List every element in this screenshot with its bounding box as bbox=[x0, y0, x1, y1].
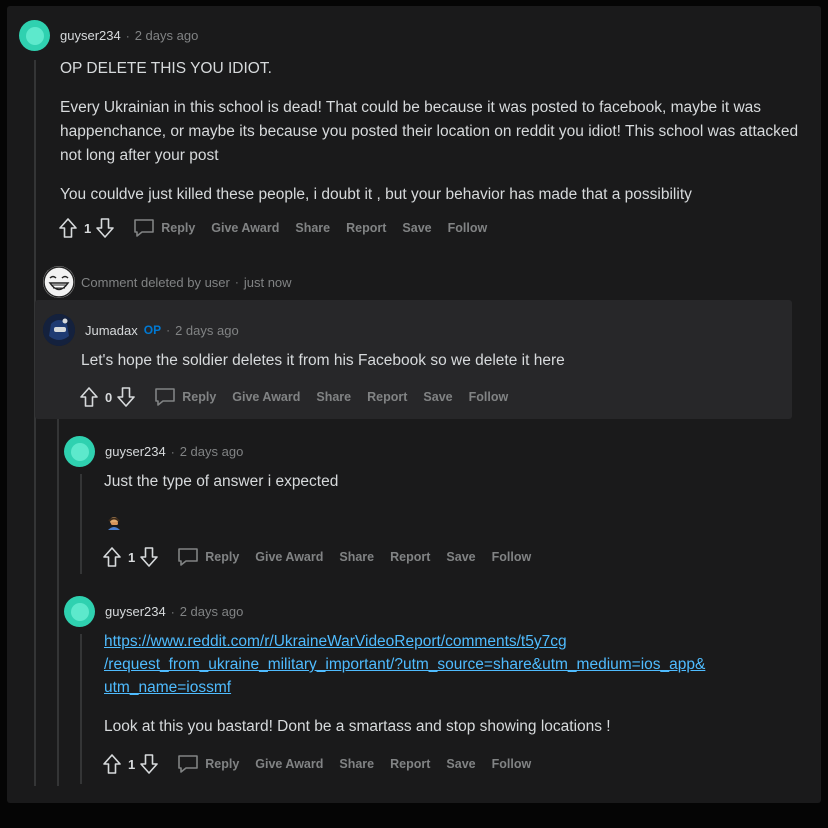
comment-body: OP DELETE THIS YOU IDIOT. Every Ukrainia… bbox=[60, 57, 800, 207]
username[interactable]: guyser234 bbox=[60, 28, 121, 43]
user-avatar[interactable] bbox=[19, 20, 50, 51]
username[interactable]: guyser234 bbox=[105, 444, 166, 459]
timestamp[interactable]: 2 days ago bbox=[135, 28, 199, 43]
report-button[interactable]: Report bbox=[390, 550, 430, 564]
deleted-comment-label: Comment deleted by user bbox=[81, 274, 230, 290]
reply-button[interactable]: Reply bbox=[177, 754, 239, 774]
comment-body: Just the type of answer i expected bbox=[104, 470, 784, 494]
comment-paragraph: Let's hope the soldier deletes it from h… bbox=[81, 352, 565, 369]
separator-dot: · bbox=[166, 323, 171, 337]
upvote-icon[interactable] bbox=[79, 386, 99, 408]
downvote-icon[interactable] bbox=[116, 386, 136, 408]
share-button[interactable]: Share bbox=[295, 221, 330, 235]
downvote-icon[interactable] bbox=[139, 753, 159, 775]
comment-body: Let's hope the soldier deletes it from h… bbox=[81, 349, 781, 373]
follow-button[interactable]: Follow bbox=[469, 390, 509, 404]
user-avatar[interactable] bbox=[43, 314, 75, 346]
save-button[interactable]: Save bbox=[446, 550, 475, 564]
timestamp[interactable]: 2 days ago bbox=[180, 444, 244, 459]
thread-line-reply-1[interactable] bbox=[80, 474, 82, 574]
comment-paragraph: Every Ukrainian in this school is dead! … bbox=[60, 99, 799, 164]
reply-icon bbox=[134, 219, 155, 237]
report-button[interactable]: Report bbox=[367, 390, 407, 404]
timestamp[interactable]: just now bbox=[244, 275, 292, 290]
vote-score: 1 bbox=[128, 756, 136, 772]
comment-paragraph: OP DELETE THIS YOU IDIOT. bbox=[60, 60, 272, 77]
thread-line-reply-2[interactable] bbox=[80, 634, 82, 784]
follow-button[interactable]: Follow bbox=[448, 221, 488, 235]
give-award-button[interactable]: Give Award bbox=[255, 550, 323, 564]
save-button[interactable]: Save bbox=[423, 390, 452, 404]
troll-face-avatar[interactable] bbox=[43, 266, 75, 298]
op-badge: OP bbox=[143, 323, 162, 337]
give-award-button[interactable]: Give Award bbox=[211, 221, 279, 235]
give-award-button[interactable]: Give Award bbox=[255, 757, 323, 771]
comment-paragraph: You couldve just killed these people, i … bbox=[60, 186, 692, 203]
user-avatar[interactable] bbox=[64, 436, 95, 467]
username[interactable]: guyser234 bbox=[105, 604, 166, 619]
comment-actions: 0 Reply Give Award Share Report Save Fol… bbox=[79, 386, 508, 408]
separator-dot: · bbox=[170, 444, 175, 459]
separator-dot: · bbox=[170, 604, 175, 619]
facepalm-emoji-icon bbox=[108, 517, 120, 530]
separator-dot: · bbox=[234, 275, 239, 289]
downvote-icon[interactable] bbox=[139, 546, 159, 568]
follow-button[interactable]: Follow bbox=[492, 550, 532, 564]
reply-button[interactable]: Reply bbox=[133, 218, 195, 238]
comment-actions: 1 Reply Give Award Share Report Save Fol… bbox=[58, 217, 487, 239]
post-link[interactable]: https://www.reddit.com/r/UkraineWarVideo… bbox=[104, 633, 705, 696]
timestamp[interactable]: 2 days ago bbox=[180, 604, 244, 619]
reply-label: Reply bbox=[161, 221, 196, 235]
upvote-icon[interactable] bbox=[102, 753, 122, 775]
reply-icon bbox=[155, 388, 176, 406]
upvote-icon[interactable] bbox=[102, 546, 122, 568]
reply-label: Reply bbox=[205, 757, 240, 771]
share-button[interactable]: Share bbox=[316, 390, 351, 404]
thread-line-root[interactable] bbox=[34, 60, 36, 786]
separator-dot: · bbox=[125, 28, 130, 43]
username[interactable]: Jumadax bbox=[85, 323, 138, 338]
follow-button[interactable]: Follow bbox=[492, 757, 532, 771]
reply-label: Reply bbox=[205, 550, 240, 564]
vote-score: 0 bbox=[105, 389, 113, 405]
report-button[interactable]: Report bbox=[346, 221, 386, 235]
timestamp[interactable]: 2 days ago bbox=[175, 323, 239, 338]
save-button[interactable]: Save bbox=[446, 757, 475, 771]
reply-label: Reply bbox=[182, 390, 217, 404]
vote-score: 1 bbox=[84, 220, 92, 236]
report-button[interactable]: Report bbox=[390, 757, 430, 771]
comment-actions: 1 Reply Give Award Share Report Save Fol… bbox=[102, 546, 531, 568]
vote-score: 1 bbox=[128, 549, 136, 565]
reply-button[interactable]: Reply bbox=[154, 387, 216, 407]
reply-button[interactable]: Reply bbox=[177, 547, 239, 567]
share-button[interactable]: Share bbox=[339, 757, 374, 771]
save-button[interactable]: Save bbox=[402, 221, 431, 235]
user-avatar[interactable] bbox=[64, 596, 95, 627]
comment-body: https://www.reddit.com/r/UkraineWarVideo… bbox=[104, 630, 804, 738]
comment-paragraph: Look at this you bastard! Dont be a smar… bbox=[104, 718, 611, 735]
comment-actions: 1 Reply Give Award Share Report Save Fol… bbox=[102, 753, 531, 775]
share-button[interactable]: Share bbox=[339, 550, 374, 564]
downvote-icon[interactable] bbox=[95, 217, 115, 239]
reply-icon bbox=[178, 548, 199, 566]
comment-paragraph: Just the type of answer i expected bbox=[104, 473, 339, 490]
give-award-button[interactable]: Give Award bbox=[232, 390, 300, 404]
reply-icon bbox=[178, 755, 199, 773]
upvote-icon[interactable] bbox=[58, 217, 78, 239]
thread-line-jumadax[interactable] bbox=[57, 419, 59, 786]
